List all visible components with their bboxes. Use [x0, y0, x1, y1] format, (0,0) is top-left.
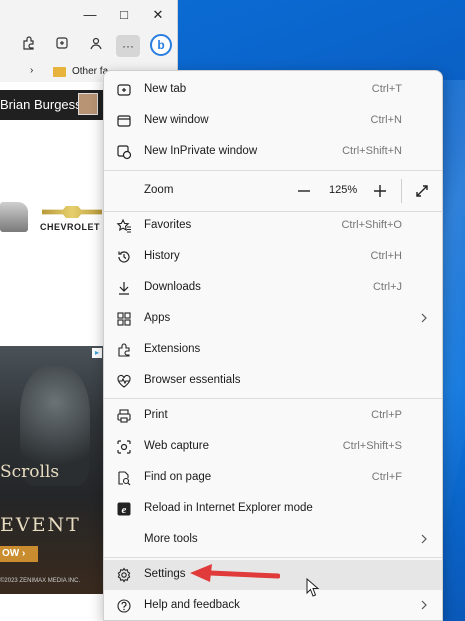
menu-item-label: Web capture	[144, 440, 209, 452]
menu-item-label: History	[144, 250, 180, 262]
download-icon	[119, 282, 129, 295]
annotation-arrow-icon	[190, 564, 280, 582]
chevron-right-icon	[421, 313, 427, 323]
brand-text: CHEVROLET	[40, 222, 101, 232]
menu-item-label: Favorites	[144, 219, 192, 231]
menu-item-shortcut: Ctrl+P	[371, 409, 402, 421]
menu-item-new-window[interactable]: New window Ctrl+N	[104, 106, 442, 136]
menu-item-label: Print	[144, 409, 168, 421]
folder-icon	[53, 67, 66, 77]
menu-item-new-tab[interactable]: New tab Ctrl+T	[104, 75, 442, 105]
menu-item-shortcut: Ctrl+Shift+S	[342, 440, 402, 452]
menu-item-label: Extensions	[144, 343, 201, 355]
menu-item-web-capture[interactable]: Web capture Ctrl+Shift+S	[104, 432, 442, 462]
adchoices-icon[interactable]: ▸	[92, 348, 102, 358]
menu-item-label: Find on page	[144, 471, 212, 483]
history-icon	[118, 251, 130, 263]
ad-cta-button[interactable]: OW ›	[0, 546, 38, 562]
menu-divider	[104, 398, 442, 399]
chevron-right-icon	[421, 534, 427, 544]
menu-item-shortcut: Ctrl+H	[370, 250, 402, 262]
help-icon	[117, 599, 131, 613]
menu-item-shortcut: Ctrl+T	[371, 83, 402, 95]
new-window-icon	[117, 115, 131, 127]
chevron-right-icon[interactable]: ›	[30, 65, 33, 76]
menu-item-shortcut: Ctrl+J	[372, 281, 402, 293]
menu-item-browser-essentials[interactable]: Browser essentials	[104, 366, 442, 396]
game-ad[interactable]: ▸ Scrolls EVENT OW › ©2023 ZENIMAX MEDIA…	[0, 346, 104, 594]
menu-item-history[interactable]: History Ctrl+H	[104, 242, 442, 272]
collections-icon[interactable]	[50, 35, 74, 57]
web-capture-icon	[117, 440, 131, 454]
menu-item-label: Downloads	[144, 281, 201, 293]
menu-item-label: More tools	[144, 533, 198, 545]
internet-explorer-icon: e	[117, 502, 131, 516]
mouse-cursor-icon	[306, 578, 320, 597]
menu-divider	[104, 557, 442, 558]
gear-icon	[117, 567, 131, 583]
close-button[interactable]: ✕	[148, 6, 168, 24]
zoom-divider	[401, 179, 402, 203]
chevron-right-icon	[421, 600, 427, 610]
avatar[interactable]	[78, 93, 98, 115]
menu-item-new-inprivate-window[interactable]: New InPrivate window Ctrl+Shift+N	[104, 137, 442, 167]
car-image	[0, 202, 28, 232]
ad-title: Scrolls	[0, 462, 60, 482]
title-bar: — □ ✕	[0, 0, 178, 30]
menu-item-label: Browser essentials	[144, 374, 241, 386]
menu-item-shortcut: Ctrl+Shift+N	[342, 145, 402, 157]
zoom-in-button[interactable]	[368, 179, 392, 203]
menu-item-apps[interactable]: Apps	[104, 304, 442, 334]
menu-item-label: Apps	[144, 312, 171, 324]
extensions-icon	[118, 343, 130, 357]
menu-item-label: New window	[144, 114, 209, 126]
zoom-out-button[interactable]	[292, 179, 316, 203]
menu-item-find-on-page[interactable]: Find on page Ctrl+F	[104, 463, 442, 493]
minimize-button[interactable]: —	[80, 6, 100, 24]
menu-item-zoom: Zoom 125%	[104, 171, 442, 211]
menu-item-label: Settings	[144, 568, 186, 580]
inprivate-icon	[117, 145, 132, 160]
full-screen-icon[interactable]	[410, 179, 434, 203]
bing-icon[interactable]: b	[150, 34, 172, 56]
menu-item-label: Reload in Internet Explorer mode	[144, 502, 313, 514]
apps-icon	[117, 312, 131, 326]
heart-pulse-icon	[117, 374, 131, 388]
more-icon[interactable]: ···	[116, 35, 140, 57]
menu-item-label: New InPrivate window	[144, 145, 258, 157]
menu-item-label: New tab	[144, 83, 187, 95]
settings-and-more-menu: New tab Ctrl+T New window Ctrl+N New InP…	[103, 70, 443, 621]
extensions-icon[interactable]	[16, 35, 40, 57]
ad-event: EVENT	[0, 514, 81, 536]
menu-item-help-and-feedback[interactable]: Help and feedback	[104, 591, 442, 620]
maximize-button[interactable]: □	[114, 6, 134, 24]
new-tab-icon	[117, 84, 131, 96]
menu-item-label: Help and feedback	[144, 599, 240, 611]
favorites-icon	[116, 218, 131, 233]
menu-item-favorites[interactable]: Favorites Ctrl+Shift+O	[104, 211, 442, 241]
ad-legal: ©2023 ZENIMAX MEDIA INC.	[0, 578, 81, 584]
zoom-label: Zoom	[144, 184, 174, 196]
svg-text:e: e	[122, 504, 127, 516]
menu-item-shortcut: Ctrl+F	[371, 471, 402, 483]
user-name: Brian Burgess	[0, 97, 82, 112]
menu-item-shortcut: Ctrl+N	[370, 114, 402, 126]
find-icon	[118, 471, 131, 486]
chevrolet-logo	[42, 206, 102, 218]
menu-item-print[interactable]: Print Ctrl+P	[104, 401, 442, 431]
menu-item-more-tools[interactable]: More tools	[104, 525, 442, 555]
menu-item-shortcut: Ctrl+Shift+O	[341, 219, 402, 231]
menu-item-extensions[interactable]: Extensions	[104, 335, 442, 365]
menu-item-downloads[interactable]: Downloads Ctrl+J	[104, 273, 442, 303]
print-icon	[117, 409, 131, 423]
profile-icon[interactable]	[84, 35, 108, 57]
menu-item-ie-mode[interactable]: e Reload in Internet Explorer mode	[104, 494, 442, 524]
